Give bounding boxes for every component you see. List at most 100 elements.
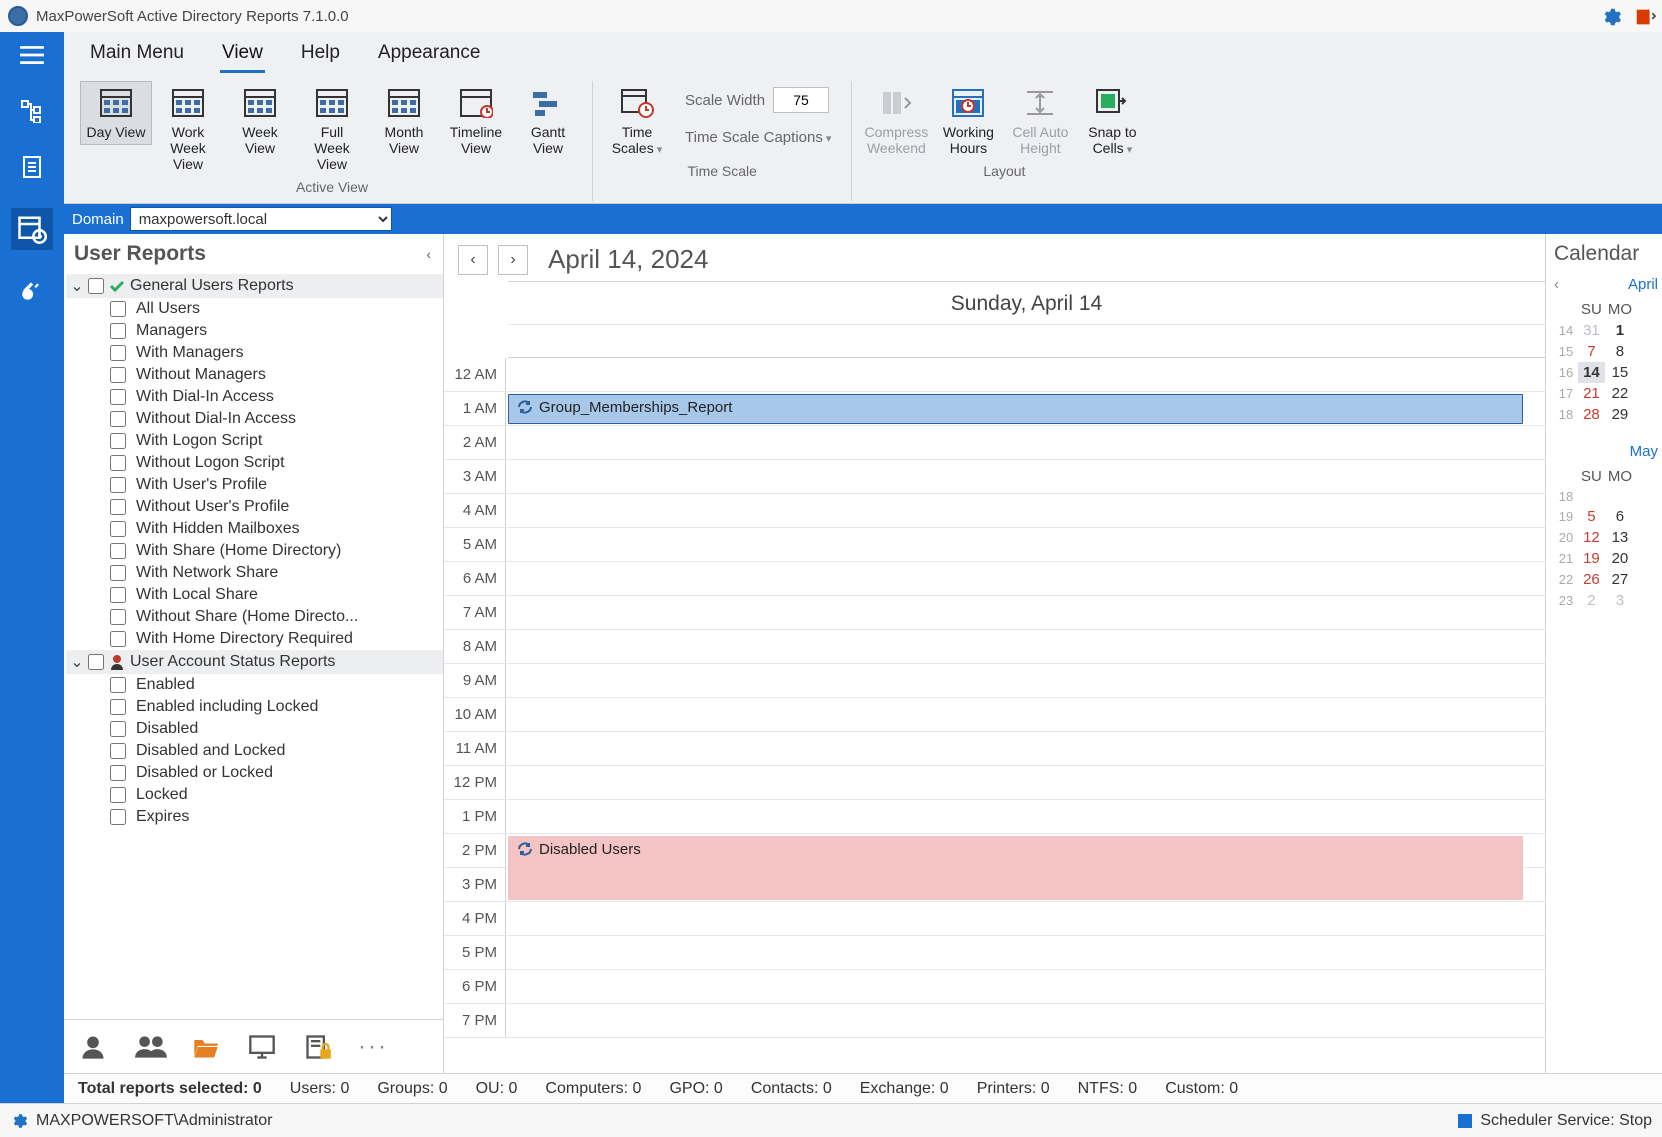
report-item[interactable]: Disabled or Locked <box>66 762 443 784</box>
more-icon[interactable]: ··· <box>358 1033 390 1061</box>
report-item[interactable]: With Managers <box>66 342 443 364</box>
chevron-down-icon[interactable]: ⌄ <box>70 276 84 296</box>
mini-day[interactable] <box>1605 487 1635 506</box>
mini-day[interactable]: 21 <box>1578 383 1605 404</box>
report-item[interactable]: Locked <box>66 784 443 806</box>
hour-cell[interactable] <box>506 358 1545 391</box>
scale-width-input[interactable] <box>773 87 829 113</box>
hour-cell[interactable] <box>506 800 1545 833</box>
mini-day[interactable]: 8 <box>1605 341 1635 362</box>
mini-day[interactable]: 28 <box>1578 404 1605 425</box>
report-item[interactable]: Enabled <box>66 674 443 696</box>
report-checkbox[interactable] <box>110 677 126 693</box>
report-item[interactable]: Without Share (Home Directo... <box>66 606 443 628</box>
domain-select[interactable]: maxpowersoft.local <box>130 207 392 231</box>
report-checkbox[interactable] <box>110 411 126 427</box>
prev-day-button[interactable]: ‹ <box>458 245 488 275</box>
hour-cell[interactable] <box>506 494 1545 527</box>
mini-day[interactable]: 1 <box>1605 320 1635 341</box>
settings-gear-icon[interactable] <box>1600 6 1620 26</box>
appointment[interactable]: Disabled Users <box>508 836 1523 900</box>
report-checkbox[interactable] <box>110 765 126 781</box>
report-checkbox[interactable] <box>110 743 126 759</box>
report-lock-icon[interactable] <box>302 1033 334 1061</box>
view-month-view-button[interactable]: Month View <box>368 81 440 161</box>
view-gantt-view-button[interactable]: Gantt View <box>512 81 584 161</box>
tree-icon[interactable] <box>17 96 47 126</box>
report-item[interactable]: With Logon Script <box>66 430 443 452</box>
report-item[interactable]: Enabled including Locked <box>66 696 443 718</box>
mini-day[interactable]: 15 <box>1605 362 1635 383</box>
mini-day[interactable]: 3 <box>1605 590 1635 611</box>
mini-day[interactable]: 22 <box>1605 383 1635 404</box>
report-checkbox[interactable] <box>110 323 126 339</box>
reports-tree[interactable]: ⌄ General Users ReportsAll UsersManagers… <box>64 272 443 1019</box>
report-checkbox[interactable] <box>110 699 126 715</box>
report-checkbox[interactable] <box>110 477 126 493</box>
report-checkbox[interactable] <box>110 455 126 471</box>
hour-cell[interactable] <box>506 936 1545 969</box>
folder-open-icon[interactable] <box>190 1033 222 1061</box>
report-checkbox[interactable] <box>110 499 126 515</box>
report-group-header[interactable]: ⌄ General Users Reports <box>66 274 443 298</box>
report-item[interactable]: All Users <box>66 298 443 320</box>
mini-day[interactable] <box>1578 487 1605 506</box>
monitor-icon[interactable] <box>246 1033 278 1061</box>
report-checkbox[interactable] <box>110 433 126 449</box>
hour-cell[interactable] <box>506 766 1545 799</box>
view-work-week-view-button[interactable]: Work Week View <box>152 81 224 177</box>
hour-cell[interactable] <box>506 1004 1545 1037</box>
view-timeline-view-button[interactable]: Timeline View <box>440 81 512 161</box>
report-item[interactable]: With Network Share <box>66 562 443 584</box>
report-item[interactable]: Without Managers <box>66 364 443 386</box>
hamburger-icon[interactable] <box>17 40 47 70</box>
report-item[interactable]: With Home Directory Required <box>66 628 443 650</box>
report-item[interactable]: With User's Profile <box>66 474 443 496</box>
menu-appearance[interactable]: Appearance <box>376 40 482 73</box>
collapse-panel-icon[interactable]: ‹ <box>426 246 431 262</box>
hour-cell[interactable] <box>506 902 1545 935</box>
users-icon[interactable] <box>134 1033 166 1061</box>
report-checkbox[interactable] <box>110 543 126 559</box>
menu-help[interactable]: Help <box>299 40 342 73</box>
hour-cell[interactable] <box>506 426 1545 459</box>
time-scale-captions-button[interactable]: Time Scale Captions <box>679 123 837 152</box>
report-checkbox[interactable] <box>110 587 126 603</box>
key-icon[interactable] <box>17 276 47 306</box>
report-checkbox[interactable] <box>110 631 126 647</box>
menu-main-menu[interactable]: Main Menu <box>88 40 186 73</box>
report-checkbox[interactable] <box>110 301 126 317</box>
group-checkbox[interactable] <box>88 654 104 670</box>
mini-day[interactable]: 2 <box>1578 590 1605 611</box>
mini-day[interactable]: 26 <box>1578 569 1605 590</box>
report-checkbox[interactable] <box>110 787 126 803</box>
menu-view[interactable]: View <box>220 40 265 73</box>
report-checkbox[interactable] <box>110 345 126 361</box>
mini-day[interactable]: 14 <box>1578 362 1605 383</box>
report-item[interactable]: With Share (Home Directory) <box>66 540 443 562</box>
report-checkbox[interactable] <box>110 521 126 537</box>
hour-cell[interactable] <box>506 970 1545 1003</box>
report-item[interactable]: With Hidden Mailboxes <box>66 518 443 540</box>
hour-cell[interactable] <box>506 732 1545 765</box>
hour-cell[interactable] <box>506 698 1545 731</box>
mini-day[interactable]: 13 <box>1605 527 1635 548</box>
office-export-icon[interactable] <box>1634 6 1654 26</box>
view-week-view-button[interactable]: Week View <box>224 81 296 161</box>
next-day-button[interactable]: › <box>498 245 528 275</box>
hour-cell[interactable] <box>506 596 1545 629</box>
report-item[interactable]: Managers <box>66 320 443 342</box>
group-checkbox[interactable] <box>88 278 104 294</box>
appointment[interactable]: Group_Memberships_Report <box>508 394 1523 424</box>
user-icon[interactable] <box>78 1033 110 1061</box>
report-item[interactable]: Without User's Profile <box>66 496 443 518</box>
report-item[interactable]: Expires <box>66 806 443 828</box>
report-checkbox[interactable] <box>110 721 126 737</box>
time-scales-button[interactable]: Time Scales <box>601 81 673 161</box>
document-icon[interactable] <box>17 152 47 182</box>
mini-day[interactable]: 27 <box>1605 569 1635 590</box>
mini-day[interactable]: 29 <box>1605 404 1635 425</box>
schedule-grid[interactable]: 12 AM1 AM2 AM3 AM4 AM5 AM6 AM7 AM8 AM9 A… <box>444 358 1545 1073</box>
hour-cell[interactable] <box>506 528 1545 561</box>
hour-cell[interactable] <box>506 562 1545 595</box>
